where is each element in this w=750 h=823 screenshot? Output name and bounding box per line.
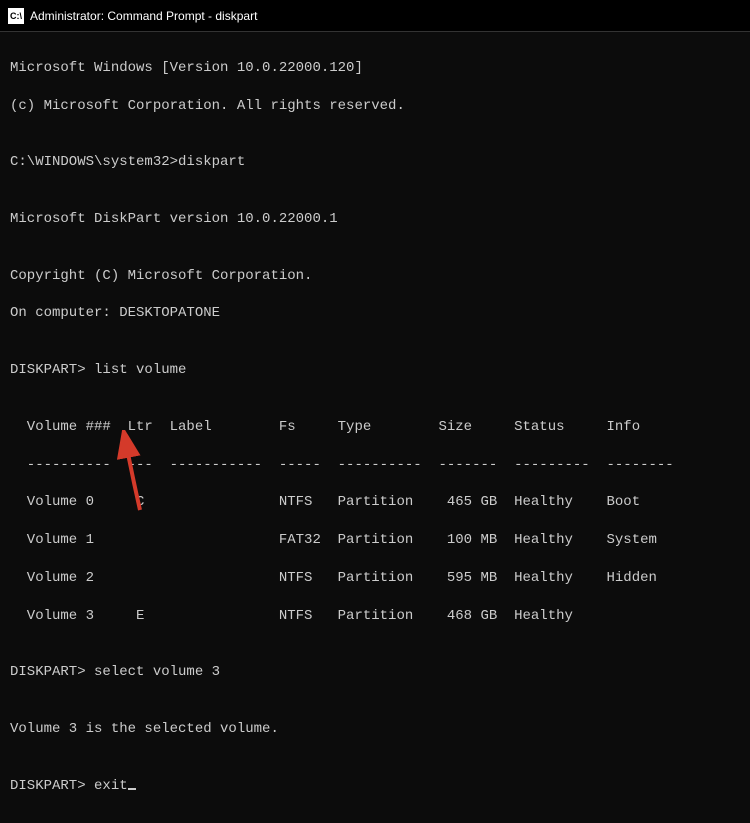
window-title: Administrator: Command Prompt - diskpart <box>30 9 257 23</box>
output-line: On computer: DESKTOPATONE <box>10 304 740 323</box>
prompt-line: C:\WINDOWS\system32>diskpart <box>10 153 740 172</box>
typed-command: exit <box>94 778 128 794</box>
prompt-line: DISKPART> select volume 3 <box>10 663 740 682</box>
output-line: Volume 3 is the selected volume. <box>10 720 740 739</box>
cursor-icon <box>128 788 136 790</box>
table-row: Volume 3 E NTFS Partition 468 GB Healthy <box>10 607 740 626</box>
output-line: Microsoft Windows [Version 10.0.22000.12… <box>10 59 740 78</box>
output-line: Copyright (C) Microsoft Corporation. <box>10 267 740 286</box>
terminal-output[interactable]: Microsoft Windows [Version 10.0.22000.12… <box>0 32 750 823</box>
prompt-line: DISKPART> list volume <box>10 361 740 380</box>
prompt-line: DISKPART> exit <box>10 777 740 796</box>
diskpart-prompt: DISKPART> <box>10 778 94 794</box>
table-header: Volume ### Ltr Label Fs Type Size Status… <box>10 418 740 437</box>
cmd-icon: C:\ <box>8 8 24 24</box>
table-row: Volume 1 FAT32 Partition 100 MB Healthy … <box>10 531 740 550</box>
table-row: Volume 0 C NTFS Partition 465 GB Healthy… <box>10 493 740 512</box>
table-row: Volume 2 NTFS Partition 595 MB Healthy H… <box>10 569 740 588</box>
output-line: (c) Microsoft Corporation. All rights re… <box>10 97 740 116</box>
output-line: Microsoft DiskPart version 10.0.22000.1 <box>10 210 740 229</box>
window-titlebar[interactable]: C:\ Administrator: Command Prompt - disk… <box>0 0 750 32</box>
table-divider: ---------- --- ----------- ----- -------… <box>10 456 740 475</box>
